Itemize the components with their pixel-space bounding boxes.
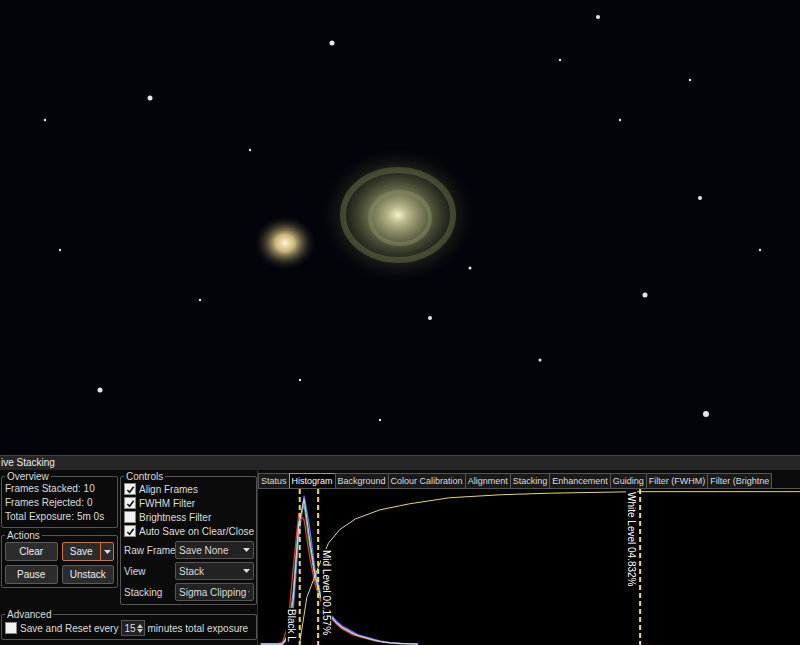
histogram-chart[interactable]: Black L Mid Level 00.157% White Level 04.8… [258,489,800,645]
tab[interactable]: Guiding [610,473,647,488]
dropdown-arrow-icon [104,550,111,554]
luminance-series [261,499,418,644]
histogram-plot [258,489,800,645]
control-dropdown[interactable]: Sigma Clipping [175,583,254,601]
live-stacking-title: ive Stacking [0,455,800,470]
control-select-row: Stacking Sigma Clipping [124,583,254,601]
controls-group: Controls Align Frames FWHM Filter Bright… [120,471,257,605]
tab[interactable]: Filter (FWHM) [646,473,708,488]
tab-bar: StatusHistogramBackgroundColour Calibrat… [258,470,800,489]
tab[interactable]: Status [258,473,290,488]
tab[interactable]: Stacking [510,473,551,488]
white-level-label: White Level 04.832% [626,491,637,588]
control-select-row: Raw Frames Save None [124,541,254,559]
control-checkbox[interactable]: Align Frames [124,482,254,496]
blue-series [261,496,418,644]
action-button[interactable]: Pause [5,565,58,584]
control-checkbox[interactable]: FWHM Filter [124,496,254,510]
tab[interactable]: Alignment [465,473,511,488]
transfer-curve [300,492,800,643]
action-button[interactable]: Unstack [62,565,115,584]
tab[interactable]: Filter (Brightne [707,473,772,488]
control-checkbox[interactable]: Brightness Filter [124,510,254,524]
up-arrow-icon[interactable] [137,624,143,628]
control-select-row: View Stack [124,562,254,580]
tab[interactable]: Background [335,473,389,488]
advanced-group: Advanced Save and Reset every 15 minutes… [1,609,257,640]
checkbox-box[interactable] [124,483,136,495]
stack-preview [0,0,800,455]
check-icon [126,485,135,494]
save-options-button[interactable] [100,543,113,560]
control-checkbox[interactable]: Auto Save on Clear/Close [124,524,254,538]
black-level-label: Black L [286,608,297,643]
live-stacking-panel: Overview Frames Stacked:10Frames Rejecte… [0,470,800,645]
overview-stat: Total Exposure:5m 0s [5,510,114,524]
minutes-spinner[interactable]: 15 [121,620,144,636]
tab-panel: StatusHistogramBackgroundColour Calibrat… [257,470,800,645]
actions-group: Actions ClearSave PauseUnstack [1,530,118,588]
action-button[interactable]: Clear [5,542,58,561]
dropdown-arrow-icon [243,548,250,552]
overview-stat: Frames Rejected:0 [5,496,114,510]
stack-image [0,0,800,455]
check-icon [126,499,135,508]
checkbox-box[interactable] [124,511,136,523]
control-dropdown[interactable]: Save None [175,541,254,559]
dropdown-arrow-icon [248,590,250,594]
sharpcap-window: ive Stacking Overview Frames Stacked:10F… [0,0,800,645]
tab[interactable]: Colour Calibration [388,473,466,488]
save-reset-checkbox[interactable] [5,622,17,634]
mid-level-marker[interactable] [317,489,319,645]
black-level-marker[interactable] [299,489,301,645]
tab[interactable]: Histogram [289,473,336,488]
down-arrow-icon[interactable] [137,629,143,633]
save-button[interactable]: Save [62,542,115,561]
checkbox-box[interactable] [124,525,136,537]
controls-legend: Controls [124,471,165,482]
advanced-legend: Advanced [5,609,53,620]
control-dropdown[interactable]: Stack [175,562,254,580]
checkbox-box[interactable] [124,497,136,509]
overview-legend: Overview [5,471,51,482]
overview-stat: Frames Stacked:10 [5,482,114,496]
left-column: Overview Frames Stacked:10Frames Rejecte… [0,470,257,645]
mid-level-label: Mid Level 00.157% [321,549,332,636]
check-icon [126,527,135,536]
tab[interactable]: Enhancement [549,473,611,488]
overview-group: Overview Frames Stacked:10Frames Rejecte… [1,471,118,528]
dropdown-arrow-icon [243,569,250,573]
white-level-marker[interactable] [639,489,641,645]
actions-legend: Actions [5,530,42,541]
